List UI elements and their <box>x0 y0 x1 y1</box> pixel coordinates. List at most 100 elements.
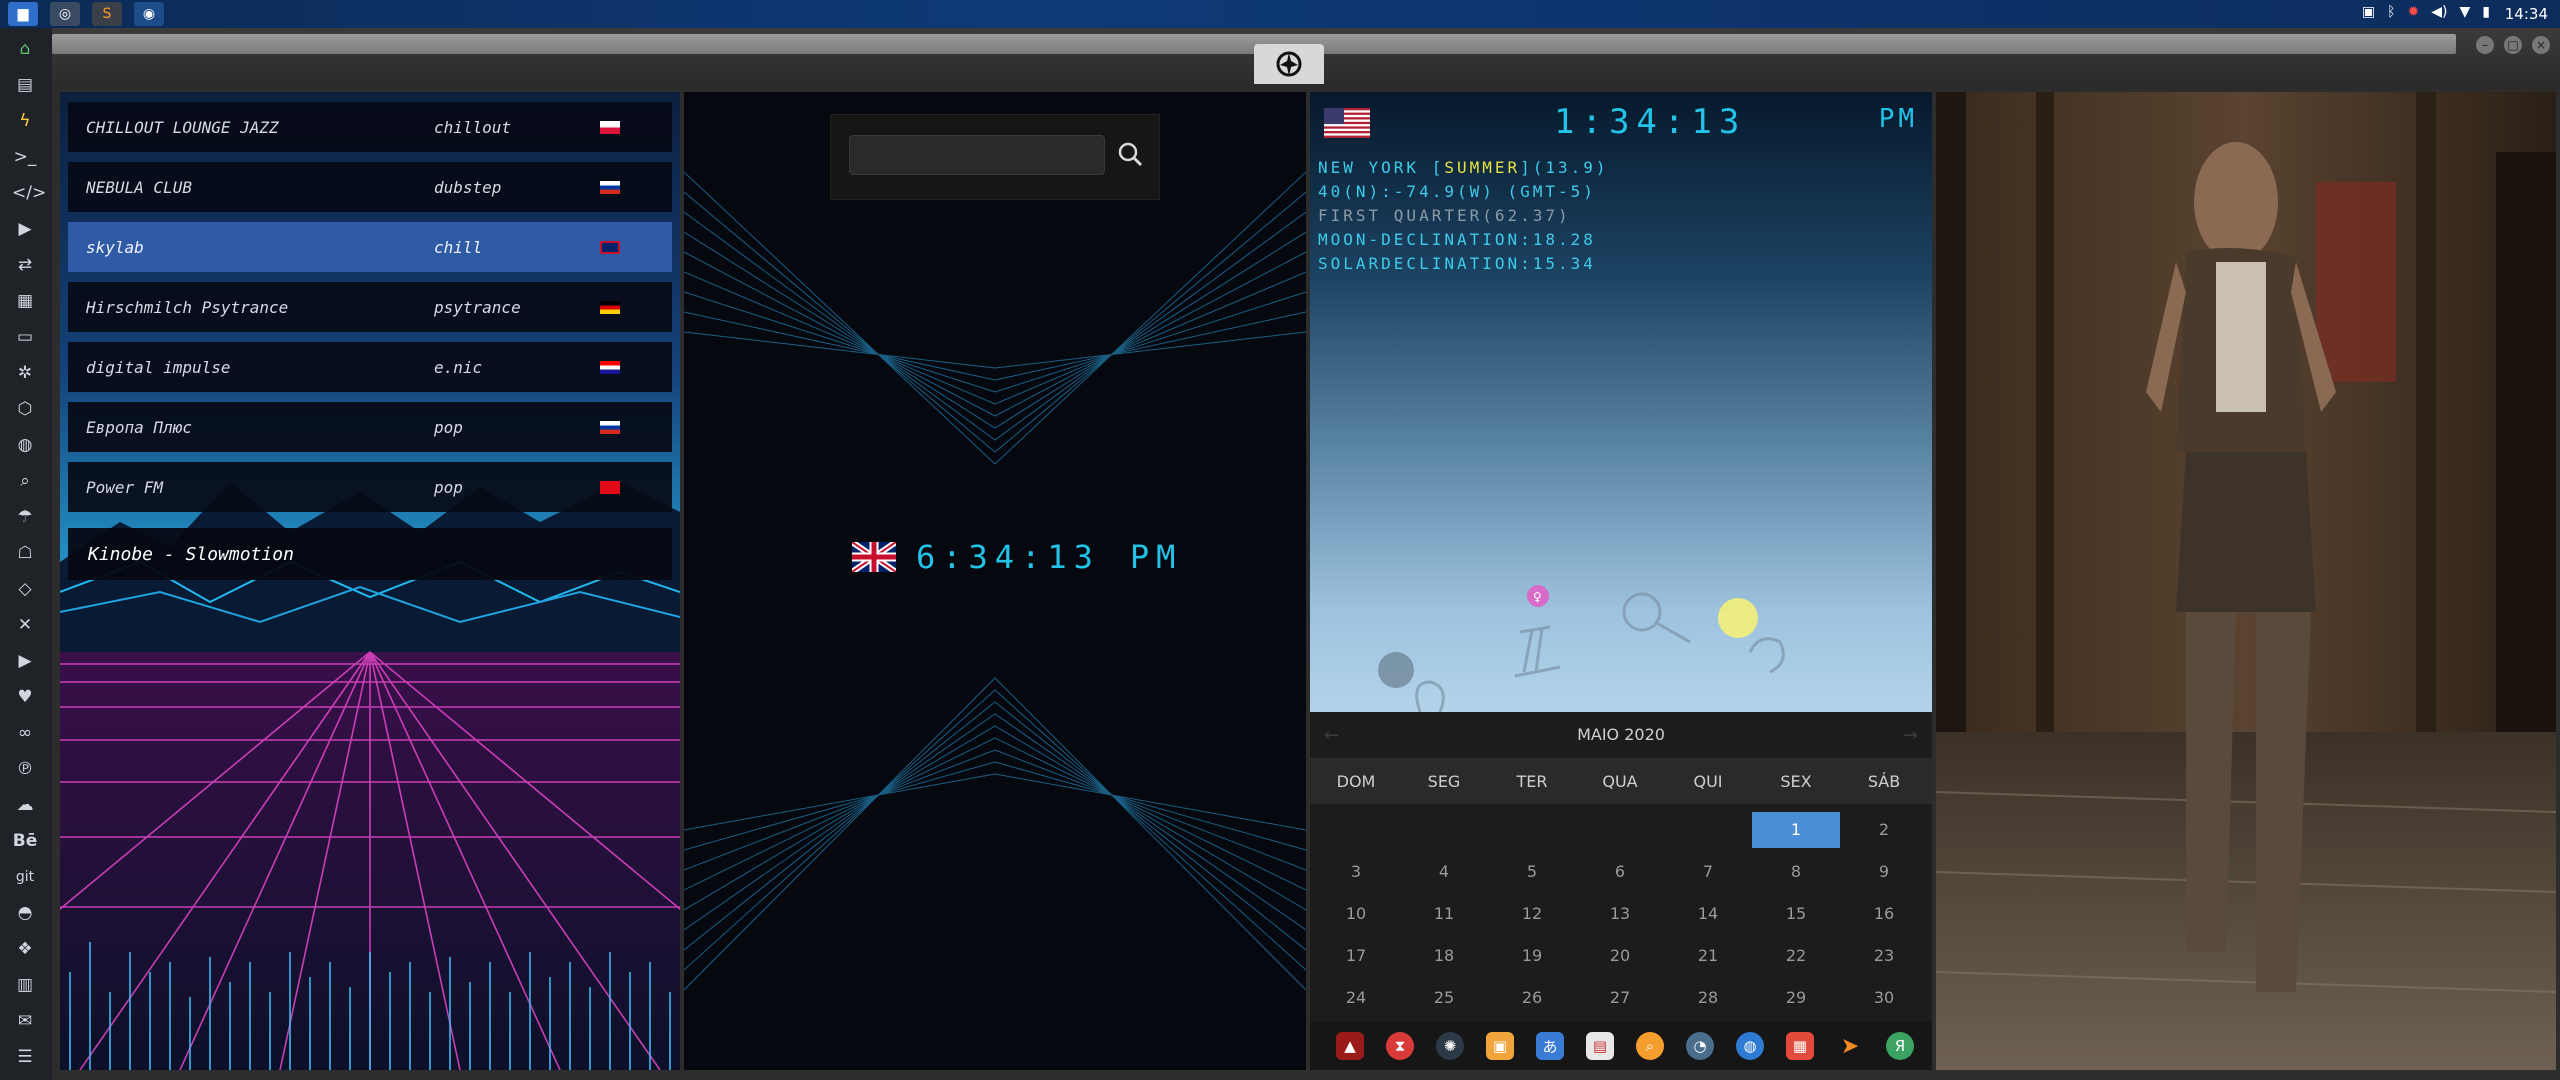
calendar-day[interactable]: 16 <box>1840 896 1928 932</box>
system-clock[interactable]: 14:34 <box>2505 5 2548 23</box>
list-icon[interactable]: ☰ <box>12 1044 38 1070</box>
calendar-day[interactable]: 8 <box>1752 854 1840 890</box>
close-button[interactable]: × <box>2532 36 2550 54</box>
system-icon[interactable]: ✺ <box>1436 1032 1464 1060</box>
rebel-icon[interactable]: ✲ <box>12 360 38 386</box>
dropbox-icon[interactable]: ❖ <box>12 936 38 962</box>
contact-icon[interactable]: ☖ <box>12 540 38 566</box>
calendar-day[interactable]: 19 <box>1488 938 1576 974</box>
arrow-icon[interactable]: ➤ <box>1836 1032 1864 1060</box>
file-manager-tab[interactable]: ▆ <box>8 2 38 26</box>
calendar-day[interactable]: 13 <box>1576 896 1664 932</box>
umbrella-icon[interactable]: ☂ <box>12 504 38 530</box>
calendar-day-selected[interactable]: 1 <box>1752 812 1840 848</box>
search-input[interactable] <box>849 135 1105 175</box>
calendar-day[interactable]: 24 <box>1312 980 1400 1016</box>
calendar-day[interactable]: 11 <box>1400 896 1488 932</box>
station-row[interactable]: Европа Плюс pop <box>68 402 672 452</box>
calendar-day[interactable]: 15 <box>1752 896 1840 932</box>
document-icon[interactable]: ▤ <box>12 72 38 98</box>
calendar-day[interactable]: 7 <box>1664 854 1752 890</box>
cloud-icon[interactable]: ☁ <box>12 792 38 818</box>
calendar-day[interactable]: 14 <box>1664 896 1752 932</box>
behance-icon[interactable]: Bē <box>12 828 38 854</box>
search-icon[interactable]: ⌕ <box>1636 1032 1664 1060</box>
station-row[interactable]: CHILLOUT LOUNGE JAZZ chillout <box>68 102 672 152</box>
calendar-day[interactable]: 12 <box>1488 896 1576 932</box>
station-genre: psytrance <box>434 297 521 317</box>
git-icon[interactable]: git <box>12 864 38 890</box>
photos-icon[interactable]: ▣ <box>1486 1032 1514 1060</box>
minimize-button[interactable]: – <box>2476 36 2494 54</box>
calendar-day[interactable]: 22 <box>1752 938 1840 974</box>
battery-icon[interactable]: ▮ <box>2482 4 2490 20</box>
calendar-day[interactable]: 26 <box>1488 980 1576 1016</box>
code-icon[interactable]: </> <box>12 180 46 206</box>
app-tab-circle[interactable]: ◎ <box>50 2 80 26</box>
calendar-day[interactable]: 30 <box>1840 980 1928 1016</box>
hexagon-icon[interactable]: ⬡ <box>12 396 38 422</box>
calendar-day[interactable]: 3 <box>1312 854 1400 890</box>
mail-icon[interactable]: ✉ <box>12 1008 38 1034</box>
volume-icon[interactable]: ◀) <box>2431 4 2447 20</box>
station-row[interactable]: Power FM pop <box>68 462 672 512</box>
station-row[interactable]: digital impulse e.nic <box>68 342 672 392</box>
calendar-day[interactable]: 2 <box>1840 812 1928 848</box>
translate-icon[interactable]: ⇄ <box>12 252 38 278</box>
calendar-day[interactable]: 10 <box>1312 896 1400 932</box>
calendar-day[interactable]: 9 <box>1840 854 1928 890</box>
image-icon[interactable]: ▦ <box>12 288 38 314</box>
calendar-day[interactable]: 17 <box>1312 938 1400 974</box>
ark-icon[interactable]: ▲ <box>1336 1032 1364 1060</box>
id-card-icon[interactable]: ▭ <box>12 324 38 350</box>
calendar-day[interactable]: 25 <box>1400 980 1488 1016</box>
link-icon[interactable]: ∞ <box>12 720 38 746</box>
calendar-day[interactable]: 6 <box>1576 854 1664 890</box>
notes-icon[interactable]: ▤ <box>1586 1032 1614 1060</box>
translate-icon[interactable]: あ <box>1536 1032 1564 1060</box>
calendar-day[interactable]: 28 <box>1664 980 1752 1016</box>
calendar-day[interactable]: 29 <box>1752 980 1840 1016</box>
heart-icon[interactable]: ♥ <box>12 684 38 710</box>
clock-icon[interactable]: ◔ <box>1686 1032 1714 1060</box>
youtube-icon[interactable]: ▶ <box>12 648 38 674</box>
calendar-day[interactable]: 23 <box>1840 938 1928 974</box>
calendar-day[interactable]: 21 <box>1664 938 1752 974</box>
search-icon[interactable]: ⌕ <box>12 468 38 494</box>
calendar-title: MAIO 2020 <box>1577 725 1665 744</box>
github-icon[interactable]: ◓ <box>12 900 38 926</box>
station-row-active[interactable]: skylab chill <box>68 222 672 272</box>
calendar-day[interactable]: 4 <box>1400 854 1488 890</box>
chrome-tab[interactable]: ◉ <box>134 2 164 26</box>
wifi-icon[interactable]: ▼ <box>2460 4 2471 20</box>
map-icon[interactable]: ▥ <box>12 972 38 998</box>
home-icon[interactable]: ⌂ <box>12 36 38 62</box>
terminal-icon[interactable]: >_ <box>12 144 38 170</box>
expand-icon[interactable]: ✕ <box>12 612 38 638</box>
maximize-button[interactable]: □ <box>2504 36 2522 54</box>
lightning-icon[interactable]: ϟ <box>12 108 38 134</box>
tag-icon[interactable]: ◇ <box>12 576 38 602</box>
rebel-logo-tab[interactable] <box>1254 44 1324 84</box>
search-button[interactable] <box>1113 137 1149 173</box>
settings-alert-icon[interactable]: ✹ <box>2408 4 2420 20</box>
globe-icon[interactable]: ◍ <box>1736 1032 1764 1060</box>
calendar-day[interactable]: 27 <box>1576 980 1664 1016</box>
bluetooth-icon[interactable]: ᛒ <box>2387 4 2395 20</box>
screenshot-icon[interactable]: ▣ <box>2362 4 2375 20</box>
flag-turkey-icon <box>600 481 620 494</box>
sublime-text-tab[interactable]: S <box>92 2 122 26</box>
station-row[interactable]: Hirschmilch Psytrance psytrance <box>68 282 672 332</box>
next-month-icon[interactable]: → <box>1903 725 1918 746</box>
calendar-icon[interactable]: ▦ <box>1786 1032 1814 1060</box>
calendar-day[interactable]: 18 <box>1400 938 1488 974</box>
pinterest-icon[interactable]: ℗ <box>12 756 38 782</box>
play-icon[interactable]: ▶ <box>12 216 38 242</box>
yandex-icon[interactable]: Я <box>1886 1032 1914 1060</box>
globe-icon[interactable]: ◍ <box>12 432 38 458</box>
calendar-day[interactable]: 20 <box>1576 938 1664 974</box>
prev-month-icon[interactable]: ← <box>1324 725 1339 746</box>
hourglass-icon[interactable]: ⧗ <box>1386 1032 1414 1060</box>
station-row[interactable]: NEBULA CLUB dubstep <box>68 162 672 212</box>
calendar-day[interactable]: 5 <box>1488 854 1576 890</box>
